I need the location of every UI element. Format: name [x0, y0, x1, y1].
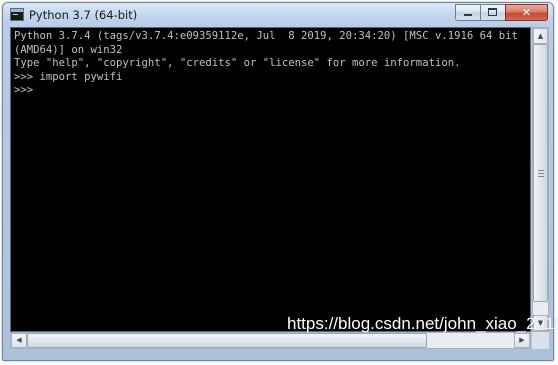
- scroll-up-button[interactable]: ▲: [533, 28, 548, 44]
- console-line: Type "help", "copyright", "credits" or "…: [14, 57, 461, 70]
- watermark: https://blog.csdn.net/john_xiao_2019: [287, 314, 558, 333]
- console-line: Python 3.7.4 (tags/v3.7.4:e09359112e, Ju…: [14, 30, 518, 42]
- console-window-icon[interactable]: [10, 8, 24, 21]
- console-output[interactable]: Python 3.7.4 (tags/v3.7.4:e09359112e, Ju…: [10, 27, 531, 332]
- close-button[interactable]: ✕: [505, 4, 548, 21]
- grip-line: [538, 170, 544, 171]
- close-icon: ✕: [521, 6, 532, 19]
- maximize-button[interactable]: [480, 4, 505, 21]
- caption-buttons: ✕: [455, 4, 548, 21]
- console-prompt: >>>: [14, 84, 34, 97]
- console-text: Python 3.7.4 (tags/v3.7.4:e09359112e, Ju…: [14, 30, 518, 98]
- scroll-left-button[interactable]: ◀: [11, 333, 27, 348]
- minimize-button[interactable]: [455, 4, 480, 21]
- resize-grip[interactable]: [532, 332, 549, 349]
- chevron-left-icon: ◀: [16, 336, 22, 344]
- minimize-icon: [464, 14, 472, 16]
- console-window: Python 3.7 (64-bit) ✕ Python 3.7.4 (tags…: [2, 2, 554, 361]
- maximize-icon: [488, 8, 497, 16]
- vertical-scroll-thumb[interactable]: [533, 44, 548, 302]
- chevron-right-icon: ▶: [519, 336, 525, 344]
- console-line: (AMD64)] on win32: [14, 43, 123, 56]
- grip-line: [538, 173, 544, 174]
- horizontal-scroll-thumb[interactable]: [27, 333, 427, 348]
- console-line: >>> import pywifi: [14, 70, 123, 83]
- grip-line: [538, 176, 544, 177]
- window-title: Python 3.7 (64-bit): [29, 8, 138, 22]
- chevron-up-icon: ▲: [537, 32, 544, 40]
- scroll-right-button[interactable]: ▶: [514, 333, 530, 348]
- title-bar[interactable]: Python 3.7 (64-bit) ✕: [3, 3, 553, 27]
- horizontal-scrollbar[interactable]: ◀ ▶: [10, 332, 531, 349]
- vertical-scrollbar[interactable]: ▲ ▼: [532, 27, 549, 332]
